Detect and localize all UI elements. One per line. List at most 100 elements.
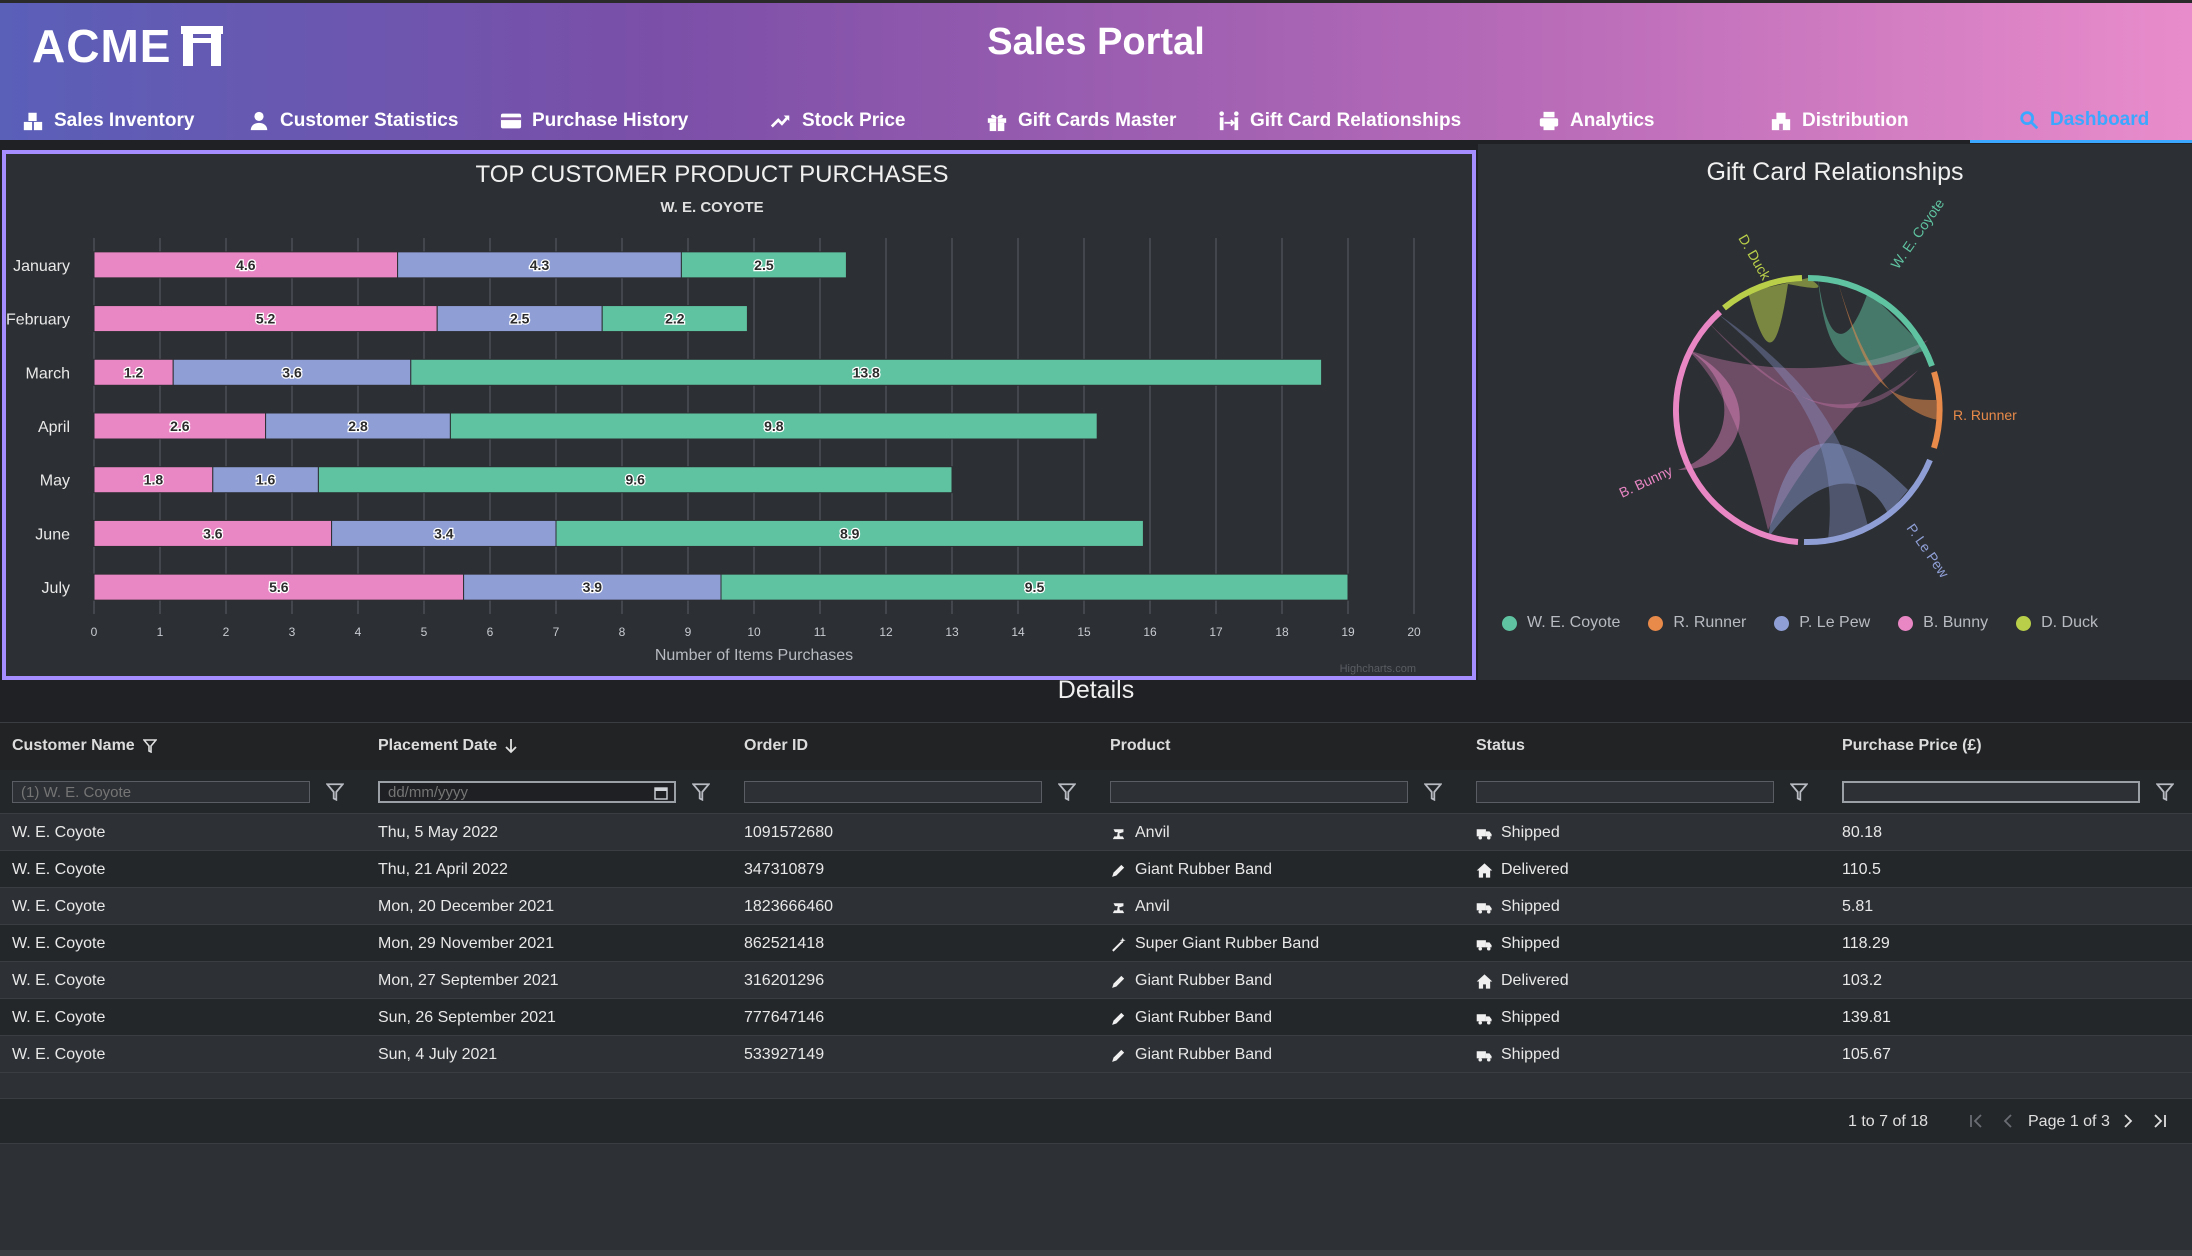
legend-dot (2016, 615, 2032, 631)
bar-data-label: 1.6 (256, 472, 276, 488)
cell-customer: W. E. Coyote (12, 1046, 105, 1064)
nav-label: Analytics (1570, 110, 1655, 131)
col-header-order-id[interactable]: Order ID (744, 737, 808, 755)
customer-filter-input[interactable] (12, 781, 310, 803)
house-icon (1476, 862, 1493, 878)
order-id-filter-button[interactable] (1057, 783, 1077, 802)
next-page-button[interactable] (2118, 1111, 2138, 1131)
cell-purchase-price-text: 80.18 (1842, 824, 1883, 841)
bar-data-label: 3.6 (203, 525, 223, 541)
product-filter-button[interactable] (1423, 783, 1443, 802)
main-nav: Sales Inventory Customer Statistics Purc… (0, 99, 2192, 143)
table-row[interactable]: W. E. Coyote Sun, 4 July 2021 533927149 Gia… (0, 1036, 2192, 1073)
cell-product: Anvil (1110, 824, 1170, 842)
grid-body: W. E. Coyote Thu, 5 May 2022 1091572680 Anv… (0, 814, 2192, 1073)
table-row[interactable]: W. E. Coyote Thu, 5 May 2022 1091572680 Anv… (0, 814, 2192, 851)
col-header-status[interactable]: Status (1476, 737, 1525, 755)
status-filter-button[interactable] (1789, 783, 1809, 802)
calendar-icon[interactable] (654, 786, 668, 800)
cell-product-text: Giant Rubber Band (1135, 1009, 1272, 1026)
cell-purchase-price-text: 110.5 (1842, 861, 1881, 878)
gift-icon (987, 114, 1007, 132)
customer-filter-button[interactable] (325, 783, 345, 802)
nav-purchase-history[interactable]: Purchase History (500, 99, 688, 143)
table-row[interactable]: W. E. Coyote Mon, 27 September 2021 316201… (0, 962, 2192, 999)
cell-status: Delivered (1476, 972, 1569, 990)
x-tick-label: 20 (1407, 625, 1421, 639)
table-row[interactable]: W. E. Coyote Thu, 21 April 2022 347310879 G… (0, 851, 2192, 888)
printer-icon (1539, 111, 1559, 131)
first-page-icon (1970, 1114, 1982, 1128)
nav-gift-card-relationships[interactable]: Gift Card Relationships (1218, 99, 1461, 143)
col-header-product[interactable]: Product (1110, 737, 1170, 755)
nav-label: Dashboard (2050, 108, 2150, 130)
price-filter-input[interactable] (1842, 781, 2140, 803)
nav-gift-cards-master[interactable]: Gift Cards Master (986, 99, 1176, 143)
legend-label: R. Runner (1673, 614, 1747, 631)
col-header-label: Customer Name (12, 737, 135, 754)
cell-order-id: 1091572680 (744, 824, 833, 842)
col-header-label: Product (1110, 737, 1171, 754)
col-header-purchase-price[interactable]: Purchase Price (£) (1842, 737, 1982, 755)
cell-status: Shipped (1476, 1009, 1560, 1027)
col-header-customer-name[interactable]: Customer Name (12, 737, 157, 755)
col-header-label: Status (1476, 737, 1525, 754)
warehouse-icon (1771, 112, 1791, 131)
nav-customer-statistics[interactable]: Customer Statistics (248, 99, 458, 143)
legend-label: P. Le Pew (1799, 614, 1871, 631)
chord-label-p-le-pew: P. Le Pew (1904, 521, 1953, 582)
legend-item-p-le-pew[interactable]: P. Le Pew (1774, 614, 1870, 632)
cell-customer-text: W. E. Coyote (12, 861, 106, 878)
cell-product: Giant Rubber Band (1110, 1046, 1272, 1064)
cell-order-id: 347310879 (744, 861, 824, 879)
col-header-placement-date[interactable]: Placement Date (378, 737, 517, 755)
order-id-filter-input[interactable] (744, 781, 1042, 803)
x-tick-label: 16 (1143, 625, 1157, 639)
cell-purchase-price: 103.2 (1842, 972, 1882, 990)
pagination-bar: 1 to 7 of 18 Page 1 of 3 (0, 1098, 2192, 1144)
bar-data-label: 5.2 (256, 311, 276, 327)
filter-icon (1057, 783, 1077, 802)
cell-order-id-text: 862521418 (744, 935, 825, 952)
cell-order-id-text: 777647146 (744, 1009, 825, 1026)
table-row[interactable]: W. E. Coyote Mon, 29 November 2021 8625214… (0, 925, 2192, 962)
legend-label: D. Duck (2041, 614, 2099, 631)
price-filter-button[interactable] (2155, 783, 2175, 802)
legend-item-w-e-coyote[interactable]: W. E. Coyote (1502, 614, 1620, 632)
x-tick-label: 7 (553, 625, 560, 639)
table-row[interactable]: W. E. Coyote Mon, 20 December 2021 1823666… (0, 888, 2192, 925)
cell-status-text: Shipped (1501, 1009, 1560, 1026)
nav-dashboard[interactable]: Dashboard (1970, 99, 2192, 143)
legend-item-b-bunny[interactable]: B. Bunny (1898, 614, 1988, 632)
cell-order-id-text: 1091572680 (744, 824, 833, 841)
bar-data-label: 2.6 (170, 418, 190, 434)
bar-data-label: 5.6 (269, 579, 289, 595)
prev-page-button[interactable] (1998, 1111, 2018, 1131)
legend-dot (1774, 615, 1790, 631)
x-tick-label: 9 (685, 625, 692, 639)
filter-icon (691, 783, 711, 802)
nav-analytics[interactable]: Analytics (1538, 99, 1654, 143)
bottom-scrollbar[interactable] (0, 1250, 2192, 1256)
filter-icon (1789, 783, 1809, 802)
cell-customer: W. E. Coyote (12, 898, 105, 916)
cell-order-id-text: 316201296 (744, 972, 825, 989)
date-filter-input[interactable] (378, 781, 676, 803)
date-filter-button[interactable] (691, 783, 711, 802)
legend-dot (1648, 615, 1664, 631)
nav-sales-inventory[interactable]: Sales Inventory (22, 99, 194, 143)
nav-stock-price[interactable]: Stock Price (770, 99, 906, 143)
cell-purchase-price: 139.81 (1842, 1009, 1891, 1027)
cell-purchase-price: 80.18 (1842, 824, 1882, 842)
nav-distribution[interactable]: Distribution (1770, 99, 1909, 143)
status-filter-input[interactable] (1476, 781, 1774, 803)
cell-order-id: 533927149 (744, 1046, 824, 1064)
cell-product: Anvil (1110, 898, 1170, 916)
legend-item-d-duck[interactable]: D. Duck (2016, 614, 2098, 632)
product-filter-input[interactable] (1110, 781, 1408, 803)
legend-item-r-runner[interactable]: R. Runner (1648, 614, 1746, 632)
first-page-button[interactable] (1966, 1111, 1986, 1131)
filter-active-icon (142, 739, 157, 753)
table-row[interactable]: W. E. Coyote Sun, 26 September 2021 777647… (0, 999, 2192, 1036)
last-page-button[interactable] (2150, 1111, 2170, 1131)
